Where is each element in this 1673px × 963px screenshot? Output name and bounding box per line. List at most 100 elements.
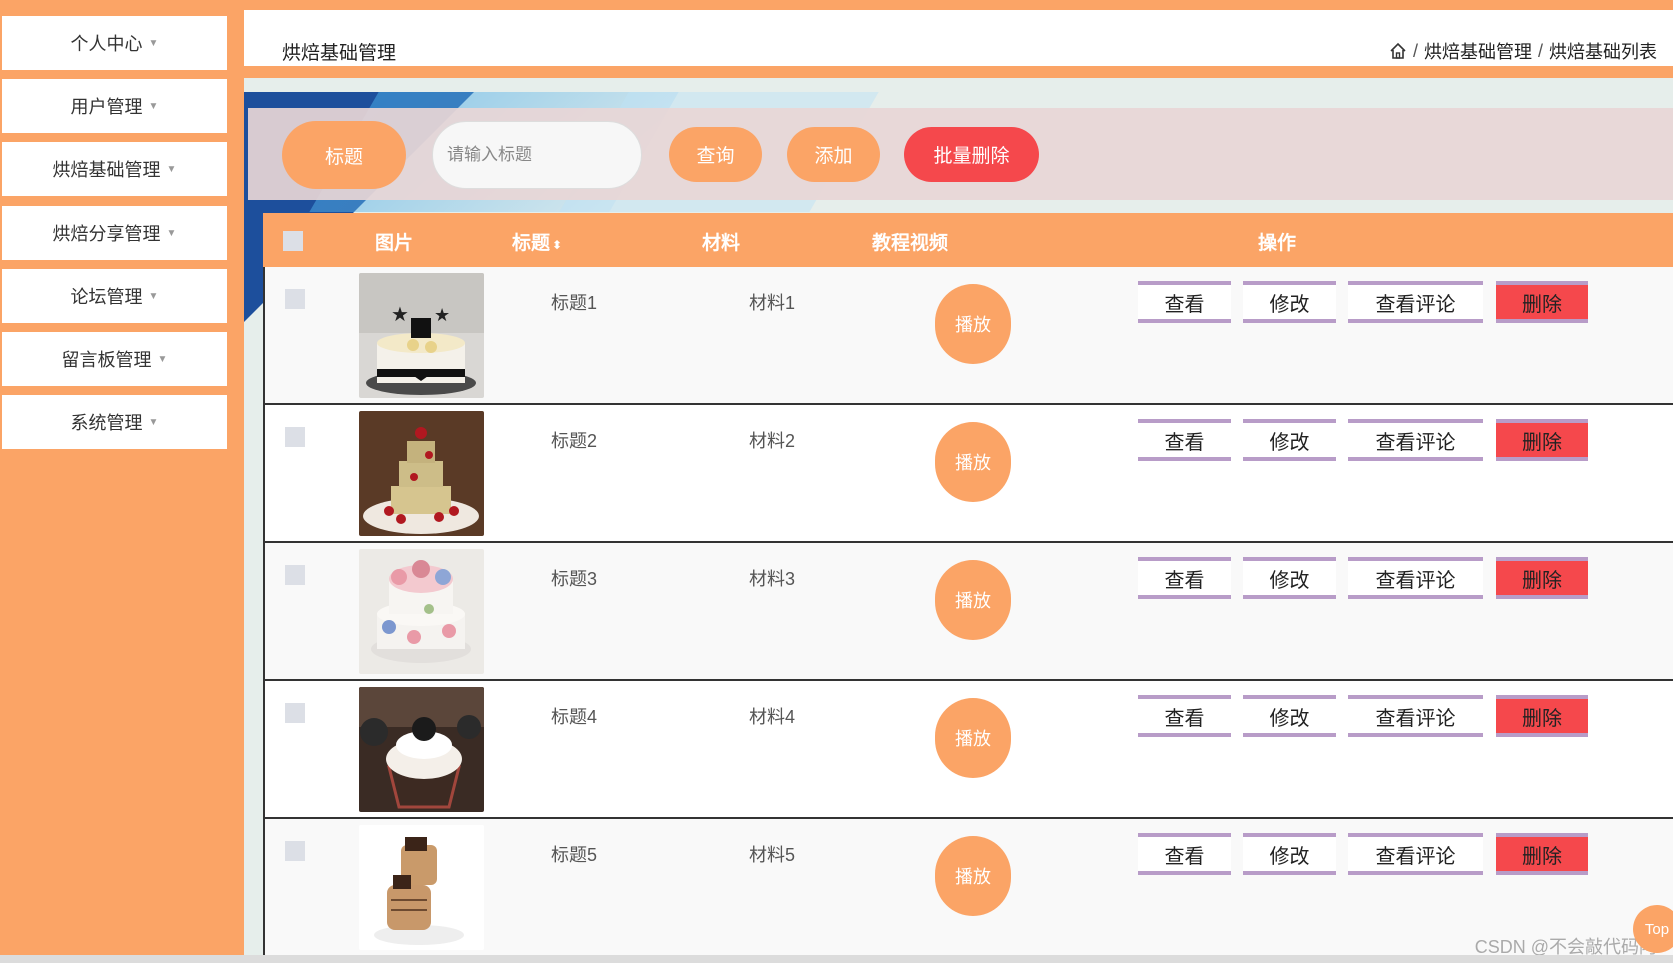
view-button[interactable]: 查看 bbox=[1138, 695, 1231, 737]
play-button[interactable]: 播放 bbox=[935, 422, 1011, 502]
sidebar-item-message-board[interactable]: 留言板管理 ▼ bbox=[2, 332, 227, 386]
table-header: 图片 标题 ⬍ 材料 教程视频 操作 bbox=[263, 213, 1673, 267]
select-all-checkbox[interactable] bbox=[283, 231, 303, 251]
column-header-image: 图片 bbox=[375, 233, 414, 254]
row-checkbox[interactable] bbox=[285, 289, 305, 309]
column-header-title[interactable]: 标题 ⬍ bbox=[512, 228, 562, 255]
caret-down-icon: ▼ bbox=[148, 416, 159, 428]
play-button[interactable]: 播放 bbox=[935, 560, 1011, 640]
sidebar-item-label: 留言板管理 bbox=[61, 350, 152, 370]
column-header-video: 教程视频 bbox=[872, 233, 949, 254]
batch-delete-button[interactable]: 批量删除 bbox=[904, 127, 1039, 182]
cell-material: 材料2 bbox=[749, 431, 796, 451]
breadcrumb: / 烘焙基础管理 / 烘焙基础列表 bbox=[1389, 38, 1657, 64]
breadcrumb-item: 烘焙基础列表 bbox=[1549, 42, 1657, 62]
edit-button[interactable]: 修改 bbox=[1243, 281, 1336, 323]
table-row: 标题5 材料5 播放 查看 修改 查看评论 删除 bbox=[263, 819, 1673, 957]
sidebar-item-label: 系统管理 bbox=[70, 413, 143, 433]
view-button[interactable]: 查看 bbox=[1138, 281, 1231, 323]
play-button[interactable]: 播放 bbox=[935, 698, 1011, 778]
cell-title: 标题3 bbox=[551, 569, 598, 589]
back-to-top-button[interactable]: Top bbox=[1633, 905, 1673, 953]
search-field-label: 标题 bbox=[282, 121, 406, 189]
cupcake-photo bbox=[359, 687, 484, 812]
horizontal-scrollbar[interactable] bbox=[0, 955, 1673, 963]
cell-title: 标题5 bbox=[551, 845, 598, 865]
cell-title: 标题4 bbox=[551, 707, 598, 727]
caret-down-icon: ▼ bbox=[166, 163, 177, 175]
view-button[interactable]: 查看 bbox=[1138, 557, 1231, 599]
edit-button[interactable]: 修改 bbox=[1243, 833, 1336, 875]
delete-button[interactable]: 删除 bbox=[1496, 833, 1588, 875]
breadcrumb-separator: / bbox=[1537, 40, 1543, 61]
sidebar-item-user-management[interactable]: 用户管理 ▼ bbox=[2, 79, 227, 133]
edit-button[interactable]: 修改 bbox=[1243, 695, 1336, 737]
play-button[interactable]: 播放 bbox=[935, 836, 1011, 916]
cell-material: 材料1 bbox=[749, 293, 796, 313]
cell-material: 材料4 bbox=[749, 707, 796, 727]
view-comments-button[interactable]: 查看评论 bbox=[1348, 281, 1483, 323]
query-button[interactable]: 查询 bbox=[669, 127, 762, 182]
edit-button[interactable]: 修改 bbox=[1243, 557, 1336, 599]
sort-icon[interactable]: ⬍ bbox=[552, 238, 562, 252]
cell-material: 材料5 bbox=[749, 845, 796, 865]
sidebar-item-label: 论坛管理 bbox=[70, 287, 143, 307]
sidebar-item-baking-share[interactable]: 烘焙分享管理 ▼ bbox=[2, 206, 227, 260]
view-button[interactable]: 查看 bbox=[1138, 833, 1231, 875]
edit-button[interactable]: 修改 bbox=[1243, 419, 1336, 461]
breadcrumb-item[interactable]: 烘焙基础管理 bbox=[1424, 38, 1532, 64]
breadcrumb-separator: / bbox=[1412, 40, 1418, 61]
column-header-title-label: 标题 bbox=[512, 233, 551, 254]
sidebar-item-baking-basics[interactable]: 烘焙基础管理 ▼ bbox=[2, 142, 227, 196]
row-checkbox[interactable] bbox=[285, 703, 305, 723]
table-row: 标题4 材料4 播放 查看 修改 查看评论 删除 bbox=[263, 681, 1673, 819]
cell-material: 材料3 bbox=[749, 569, 796, 589]
header-divider bbox=[244, 66, 1673, 78]
play-button[interactable]: 播放 bbox=[935, 284, 1011, 364]
chocolate-dessert-photo bbox=[359, 825, 484, 950]
tiered-cake-photo bbox=[359, 411, 484, 536]
delete-button[interactable]: 删除 bbox=[1496, 281, 1588, 323]
caret-down-icon: ▼ bbox=[166, 227, 177, 239]
sidebar-item-label: 用户管理 bbox=[70, 97, 143, 117]
cell-title: 标题1 bbox=[551, 293, 598, 313]
row-checkbox[interactable] bbox=[285, 565, 305, 585]
row-checkbox[interactable] bbox=[285, 427, 305, 447]
sidebar-item-label: 个人中心 bbox=[70, 34, 143, 54]
sidebar-item-system[interactable]: 系统管理 ▼ bbox=[2, 395, 227, 449]
column-header-actions: 操作 bbox=[1258, 233, 1297, 254]
view-comments-button[interactable]: 查看评论 bbox=[1348, 419, 1483, 461]
delete-button[interactable]: 删除 bbox=[1496, 419, 1588, 461]
home-icon[interactable] bbox=[1389, 42, 1407, 60]
table-row: 标题2 材料2 播放 查看 修改 查看评论 删除 bbox=[263, 405, 1673, 543]
page: 个人中心 ▼ 用户管理 ▼ 烘焙基础管理 ▼ 烘焙分享管理 ▼ 论坛管理 ▼ 留言板管理 ▼… bbox=[0, 0, 1673, 963]
view-button[interactable]: 查看 bbox=[1138, 419, 1231, 461]
caret-down-icon: ▼ bbox=[148, 100, 159, 112]
caret-down-icon: ▼ bbox=[148, 290, 159, 302]
caret-down-icon: ▼ bbox=[148, 37, 159, 49]
view-comments-button[interactable]: 查看评论 bbox=[1348, 557, 1483, 599]
delete-button[interactable]: 删除 bbox=[1496, 695, 1588, 737]
row-checkbox[interactable] bbox=[285, 841, 305, 861]
header: 烘焙基础管理 / 烘焙基础管理 / 烘焙基础列表 bbox=[244, 10, 1673, 66]
svg-text:★: ★ bbox=[434, 305, 450, 326]
add-button[interactable]: 添加 bbox=[787, 127, 880, 182]
caret-down-icon: ▼ bbox=[157, 353, 168, 365]
column-header-material: 材料 bbox=[702, 233, 741, 254]
search-input[interactable] bbox=[432, 121, 642, 189]
table-row: 标题3 材料3 播放 查看 修改 查看评论 删除 bbox=[263, 543, 1673, 681]
cell-title: 标题2 bbox=[551, 431, 598, 451]
birthday-cake-photo: ★ ★ bbox=[359, 273, 484, 398]
sidebar: 个人中心 ▼ 用户管理 ▼ 烘焙基础管理 ▼ 烘焙分享管理 ▼ 论坛管理 ▼ 留言板管理 ▼… bbox=[0, 0, 244, 963]
data-table: 图片 标题 ⬍ 材料 教程视频 操作 ★ ★ 标题1 材料1 播放 查看 修改 … bbox=[263, 213, 1673, 963]
view-comments-button[interactable]: 查看评论 bbox=[1348, 695, 1483, 737]
sidebar-item-personal-center[interactable]: 个人中心 ▼ bbox=[2, 16, 227, 70]
sidebar-item-label: 烘焙分享管理 bbox=[52, 224, 161, 244]
floral-cake-photo bbox=[359, 549, 484, 674]
delete-button[interactable]: 删除 bbox=[1496, 557, 1588, 599]
table-row: ★ ★ 标题1 材料1 播放 查看 修改 查看评论 删除 bbox=[263, 267, 1673, 405]
view-comments-button[interactable]: 查看评论 bbox=[1348, 833, 1483, 875]
svg-text:★: ★ bbox=[391, 302, 409, 326]
page-title: 烘焙基础管理 bbox=[282, 43, 397, 64]
sidebar-item-forum[interactable]: 论坛管理 ▼ bbox=[2, 269, 227, 323]
